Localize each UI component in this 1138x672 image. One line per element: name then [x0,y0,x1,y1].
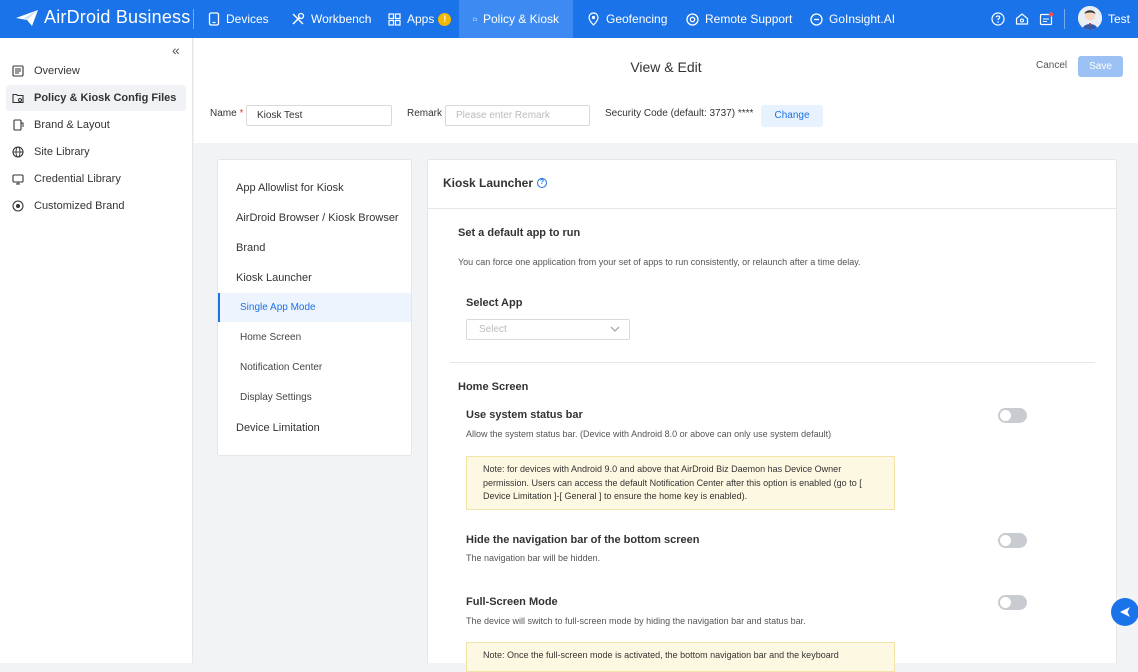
sidebar-item-customized-brand[interactable]: Customized Brand [6,193,186,219]
chevron-down-icon [610,326,620,332]
overview-icon [12,65,24,77]
fullscreen-title: Full-Screen Mode [466,596,558,608]
config-files-icon [12,93,24,104]
remark-label: Remark [407,108,443,119]
fullscreen-toggle[interactable] [998,595,1027,610]
user-avatar-icon [1078,6,1102,30]
nav-bar-title: Hide the navigation bar of the bottom sc… [466,534,700,546]
apps-icon [388,12,401,26]
brand-layout-icon [13,119,24,131]
feedback-fab[interactable] [1111,598,1138,626]
home-icon[interactable] [1014,11,1030,27]
select-app-dropdown[interactable]: Select [466,319,630,340]
top-navigation-bar: AirDroid Business Devices Workbench Apps… [0,0,1138,38]
send-arrow-icon [1120,607,1130,617]
airdroid-logo-icon [16,9,38,26]
avatar[interactable] [1078,6,1102,30]
menu-item-kiosk-launcher[interactable]: Kiosk Launcher [218,263,411,292]
sidebar-item-site-library[interactable]: Site Library [6,139,186,165]
page-title: View & Edit [630,59,702,75]
nav-bar-description: The navigation bar will be hidden. [466,553,601,563]
remark-input[interactable]: Please enter Remark [445,105,590,126]
help-icon[interactable] [990,11,1006,27]
required-mark: * [239,108,244,119]
menu-item-single-app-mode[interactable]: Single App Mode [218,293,411,322]
collapse-sidebar-icon[interactable]: « [172,42,180,58]
nav-devices[interactable]: Devices [194,0,283,38]
menu-item-brand[interactable]: Brand [218,233,411,262]
name-input[interactable]: Kiosk Test [246,105,392,126]
menu-item-notification-center[interactable]: Notification Center [218,353,411,382]
geofence-icon [588,12,599,26]
tools-icon [292,12,305,25]
apps-alert-badge: ! [438,12,452,26]
nav-apps[interactable]: Apps ! [374,0,465,38]
menu-item-app-allowlist[interactable]: App Allowlist for Kiosk [218,173,411,202]
tablet-icon [208,12,220,26]
nav-bar-toggle[interactable] [998,533,1027,548]
change-security-code-button[interactable]: Change [761,105,823,127]
nav-policy-kiosk[interactable]: Policy & Kiosk [459,0,573,38]
status-bar-title: Use system status bar [466,409,583,421]
default-app-description: You can force one application from your … [458,257,861,267]
status-bar-toggle[interactable] [998,408,1027,423]
kiosk-launcher-panel: Kiosk Launcher ? Set a default app to ru… [427,159,1117,672]
menu-item-display-settings[interactable]: Display Settings [218,383,411,412]
security-code-label: Security Code (default: 3737) **** [605,108,754,119]
config-menu-panel: App Allowlist for Kiosk AirDroid Browser… [217,159,412,456]
nav-goinsight-ai[interactable]: GoInsight.AI [796,0,909,38]
sidebar: « Overview Policy & Kiosk Config Files B… [0,38,193,663]
target-icon [12,200,24,212]
folder-icon [473,17,477,21]
credential-icon [12,174,24,185]
globe-icon [12,146,24,158]
sidebar-item-brand-layout[interactable]: Brand & Layout [6,112,186,138]
notification-icon[interactable] [1038,11,1054,27]
status-bar-note: Note: for devices with Android 9.0 and a… [466,456,895,510]
support-icon [686,12,699,26]
section-title: Kiosk Launcher ? [443,176,548,190]
nav-geofencing[interactable]: Geofencing [573,0,681,38]
select-app-label: Select App [466,297,523,309]
default-app-title: Set a default app to run [458,227,581,239]
fullscreen-description: The device will switch to full-screen mo… [466,616,806,626]
fullscreen-note: Note: Once the full-screen mode is activ… [466,642,895,672]
name-label: Name * [210,108,244,119]
brand-logo[interactable]: AirDroid Business [14,7,190,28]
menu-item-device-limitation[interactable]: Device Limitation [218,413,411,442]
user-name[interactable]: Test [1108,12,1130,26]
edit-header: View & Edit Cancel Save Name * Kiosk Tes… [194,38,1138,143]
save-button[interactable]: Save [1078,56,1123,77]
menu-item-home-screen[interactable]: Home Screen [218,323,411,352]
menu-item-airdroid-browser[interactable]: AirDroid Browser / Kiosk Browser [218,203,411,232]
help-circle-icon[interactable]: ? [537,178,548,188]
ai-icon [810,12,823,26]
sidebar-item-policy-kiosk-config-files[interactable]: Policy & Kiosk Config Files [6,85,186,111]
cancel-button[interactable]: Cancel [1036,60,1067,71]
status-bar-description: Allow the system status bar. (Device wit… [466,429,832,439]
home-screen-title: Home Screen [458,381,529,393]
sidebar-item-credential-library[interactable]: Credential Library [6,166,186,192]
sidebar-item-overview[interactable]: Overview [6,58,186,84]
nav-divider-right [1064,9,1065,29]
divider [450,362,1095,363]
nav-workbench[interactable]: Workbench [277,0,385,38]
nav-remote-support[interactable]: Remote Support [672,0,806,38]
brand-name: AirDroid Business [44,7,191,27]
divider [428,208,1116,209]
